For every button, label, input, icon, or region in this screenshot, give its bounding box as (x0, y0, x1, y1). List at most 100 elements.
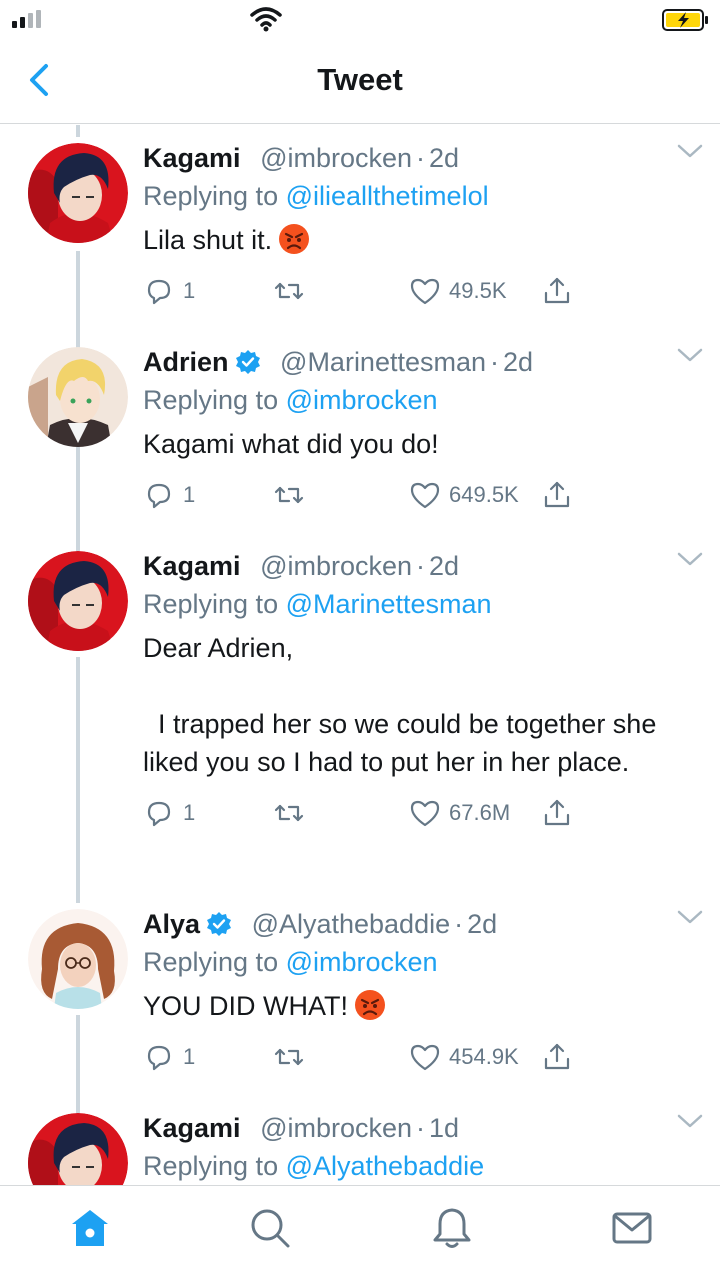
replying-to: Replying to @imbrocken (143, 385, 438, 415)
retweet-button[interactable] (273, 793, 305, 833)
replying-to-handle[interactable]: @ilieallthetimelol (286, 181, 489, 211)
heart-icon (410, 800, 440, 827)
page-title: Tweet (317, 62, 403, 97)
chevron-down-icon[interactable] (677, 907, 703, 927)
retweet-button[interactable] (273, 1037, 305, 1077)
reply-icon (147, 801, 171, 827)
angry-face-icon (355, 990, 385, 1020)
chevron-down-icon[interactable] (677, 141, 703, 161)
cellular-signal-icon (12, 10, 41, 28)
reply-button[interactable]: 1 (143, 793, 195, 833)
author-name[interactable]: Kagami (143, 551, 241, 581)
share-button[interactable] (541, 1037, 573, 1077)
verified-badge-icon (235, 350, 260, 374)
heart-icon (410, 1044, 440, 1071)
author-name[interactable]: Adrien (143, 347, 229, 377)
retweet-button[interactable] (273, 271, 305, 311)
tweet-actions: 1 649.5K (143, 475, 703, 515)
share-icon (544, 481, 570, 508)
retweet-button[interactable] (273, 475, 305, 515)
share-icon (544, 799, 570, 826)
author-handle[interactable]: @Alyathebaddie (252, 909, 451, 939)
navigation-header: Tweet (0, 40, 720, 124)
tab-home[interactable] (68, 1206, 112, 1250)
tweet-time: 1d (429, 1113, 460, 1143)
share-button[interactable] (541, 475, 573, 515)
author-name[interactable]: Alya (143, 909, 200, 939)
avatar-kagami[interactable] (28, 143, 128, 243)
avatar-alya[interactable] (28, 909, 128, 1009)
like-count: 454.9K (449, 1044, 519, 1069)
author-handle[interactable]: @imbrocken (260, 551, 412, 581)
reply-icon (147, 483, 171, 509)
home-icon (72, 1210, 108, 1246)
share-icon (544, 1043, 570, 1070)
like-count: 67.6M (449, 800, 511, 825)
chevron-down-icon[interactable] (677, 549, 703, 569)
reply-count: 1 (183, 800, 196, 825)
author-handle[interactable]: @imbrocken (260, 143, 412, 173)
like-button[interactable]: 49.5K (409, 271, 507, 311)
reply-button[interactable]: 1 (143, 271, 195, 311)
reply-icon (147, 279, 171, 305)
retweet-icon (274, 486, 304, 504)
like-count: 49.5K (449, 278, 507, 303)
reply-count: 1 (183, 482, 196, 507)
tweet-time: 2d (429, 551, 460, 581)
tweet-text: Lila shut it. (143, 221, 703, 259)
avatar-kagami[interactable] (28, 551, 128, 651)
thread-connector (76, 125, 80, 137)
reply-count: 1 (183, 278, 196, 303)
chevron-down-icon[interactable] (677, 1111, 703, 1131)
author-handle[interactable]: @imbrocken (260, 1113, 412, 1143)
reply-count: 1 (183, 1044, 196, 1069)
like-button[interactable]: 454.9K (409, 1037, 519, 1077)
retweet-icon (274, 804, 304, 822)
tab-search[interactable] (248, 1206, 292, 1250)
like-button[interactable]: 649.5K (409, 475, 519, 515)
chevron-down-icon[interactable] (677, 345, 703, 365)
share-button[interactable] (541, 793, 573, 833)
reply-icon (147, 1045, 171, 1071)
author-handle[interactable]: @Marinettesman (280, 347, 486, 377)
thread-connector (76, 1015, 80, 1115)
replying-to: Replying to @ilieallthetimelol (143, 181, 489, 211)
tweet-time: 2d (429, 143, 460, 173)
replying-to-handle[interactable]: @Alyathebaddie (286, 1151, 485, 1181)
tweet-text: Kagami what did you do! (143, 429, 439, 459)
tweet-time: 2d (467, 909, 498, 939)
replying-to: Replying to @Marinettesman (143, 589, 492, 619)
retweet-icon (274, 1048, 304, 1066)
avatar-adrien[interactable] (28, 347, 128, 447)
reply-button[interactable]: 1 (143, 475, 195, 515)
tweet-thread[interactable]: Kagami @imbrocken · 2d Replying to @ilieal… (0, 125, 720, 1185)
tweet-text: Dear Adrien, I trapped her so we could b… (143, 633, 657, 777)
author-name[interactable]: Kagami (143, 143, 241, 173)
tab-notifications[interactable] (430, 1206, 474, 1250)
messages-icon (612, 1212, 652, 1244)
tweet-actions: 1 49.5K (143, 271, 703, 311)
tweet-actions: 1 454.9K (143, 1037, 703, 1077)
reply-button[interactable]: 1 (143, 1037, 195, 1077)
replying-to-handle[interactable]: @Marinettesman (286, 589, 492, 619)
search-icon (251, 1209, 290, 1248)
status-bar (0, 0, 720, 40)
heart-icon (410, 482, 440, 509)
tweet-actions: 1 67.6M (143, 793, 703, 833)
bottom-tab-bar (0, 1185, 720, 1280)
replying-to-handle[interactable]: @imbrocken (286, 385, 438, 415)
retweet-icon (274, 282, 304, 300)
tweet-text: YOU DID WHAT! (143, 987, 703, 1025)
share-button[interactable] (541, 271, 573, 311)
thread-connector (76, 657, 80, 903)
replying-to-handle[interactable]: @imbrocken (286, 947, 438, 977)
tab-messages[interactable] (610, 1206, 654, 1250)
share-icon (544, 277, 570, 304)
replying-to: Replying to @imbrocken (143, 947, 438, 977)
avatar-kagami[interactable] (28, 1113, 128, 1185)
author-name[interactable]: Kagami (143, 1113, 241, 1143)
battery-charging-icon (662, 9, 708, 31)
verified-badge-icon (207, 912, 232, 936)
thread-connector (76, 455, 80, 555)
like-button[interactable]: 67.6M (409, 793, 510, 833)
